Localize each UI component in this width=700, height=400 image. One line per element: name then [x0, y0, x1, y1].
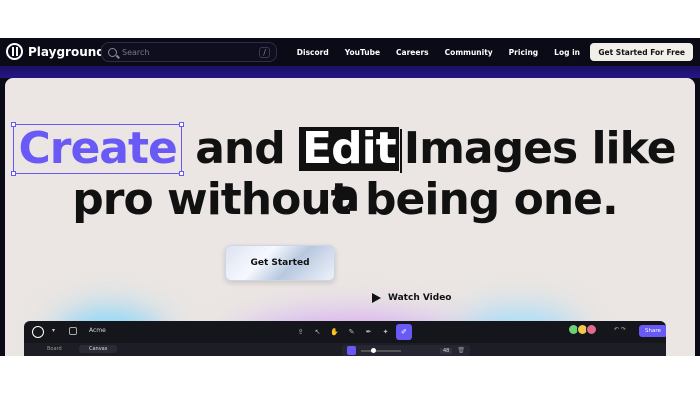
editor-subbar: Board Canvas 48 🗑: [24, 343, 666, 356]
select-icon[interactable]: ↖: [311, 325, 324, 338]
brand-logo[interactable]: Playground: [6, 43, 105, 60]
tab-canvas[interactable]: Canvas: [79, 345, 118, 353]
nav-link-login[interactable]: Log in: [546, 48, 588, 57]
nav-links: Discord YouTube Careers Community Pricin…: [289, 38, 588, 66]
top-nav: Playground / Discord YouTube Careers Com…: [0, 38, 700, 66]
search-shortcut-key: /: [259, 46, 270, 58]
watch-video-button[interactable]: Watch Video: [372, 293, 451, 303]
brush-icon[interactable]: [347, 346, 356, 355]
editor-logo-icon: [32, 326, 44, 338]
headline-word-edit: Edit: [299, 127, 399, 171]
nav-link-pricing[interactable]: Pricing: [501, 48, 547, 57]
undo-redo-icon[interactable]: ↶ ↷: [614, 326, 626, 333]
search-input[interactable]: [122, 47, 252, 57]
share-button[interactable]: Share: [639, 325, 666, 337]
magic-icon[interactable]: ✦: [379, 325, 392, 338]
brand-name: Playground: [28, 44, 105, 59]
editor-toolbar: ⇪ ↖ ✋ ✎ ✒ ✦ ✐: [294, 323, 412, 340]
get-started-free-button[interactable]: Get Started For Free: [590, 43, 693, 61]
tab-board[interactable]: Board: [47, 346, 62, 352]
brush-size-slider[interactable]: [361, 347, 401, 353]
playground-logo-icon: [6, 43, 23, 60]
chevron-down-icon[interactable]: ▾: [52, 327, 55, 334]
trash-icon[interactable]: 🗑: [457, 347, 465, 354]
create-text: Create: [18, 123, 177, 174]
collaborator-avatars: [568, 324, 597, 335]
brush-tool-icon[interactable]: ✐: [396, 323, 412, 340]
pen-icon[interactable]: ✒: [362, 325, 375, 338]
headline-word-create: Create: [11, 122, 184, 176]
nav-divider-strip: [0, 66, 700, 78]
headline-word-and: and: [195, 123, 286, 174]
headline-line-2: pro without being one.: [72, 174, 618, 225]
panel-toggle-icon[interactable]: [69, 327, 77, 335]
selection-handle: [178, 122, 184, 127]
brush-options: 48 🗑: [342, 345, 470, 356]
slider-handle[interactable]: [371, 347, 376, 353]
search-box[interactable]: /: [101, 42, 277, 62]
editor-preview: ▾ Acme ⇪ ↖ ✋ ✎ ✒ ✦ ✐ ↶ ↷ Share Board Can…: [24, 321, 666, 356]
nav-link-discord[interactable]: Discord: [289, 48, 337, 57]
project-name: Acme: [89, 327, 106, 334]
hand-icon[interactable]: ✋: [328, 325, 341, 338]
play-icon: [372, 293, 381, 303]
nav-link-careers[interactable]: Careers: [388, 48, 437, 57]
text-caret: [399, 129, 402, 173]
watch-video-label: Watch Video: [388, 293, 452, 303]
upload-icon[interactable]: ⇪: [294, 325, 307, 338]
brush-size-value[interactable]: 48: [440, 347, 453, 354]
nav-link-youtube[interactable]: YouTube: [337, 48, 388, 57]
nav-link-community[interactable]: Community: [437, 48, 501, 57]
avatar[interactable]: [586, 324, 597, 335]
search-icon: [108, 47, 117, 57]
edit-icon[interactable]: ✎: [345, 325, 358, 338]
screenshot-frame: Playground / Discord YouTube Careers Com…: [0, 38, 700, 356]
get-started-button[interactable]: Get Started: [225, 245, 335, 281]
selection-handle: [11, 122, 17, 127]
